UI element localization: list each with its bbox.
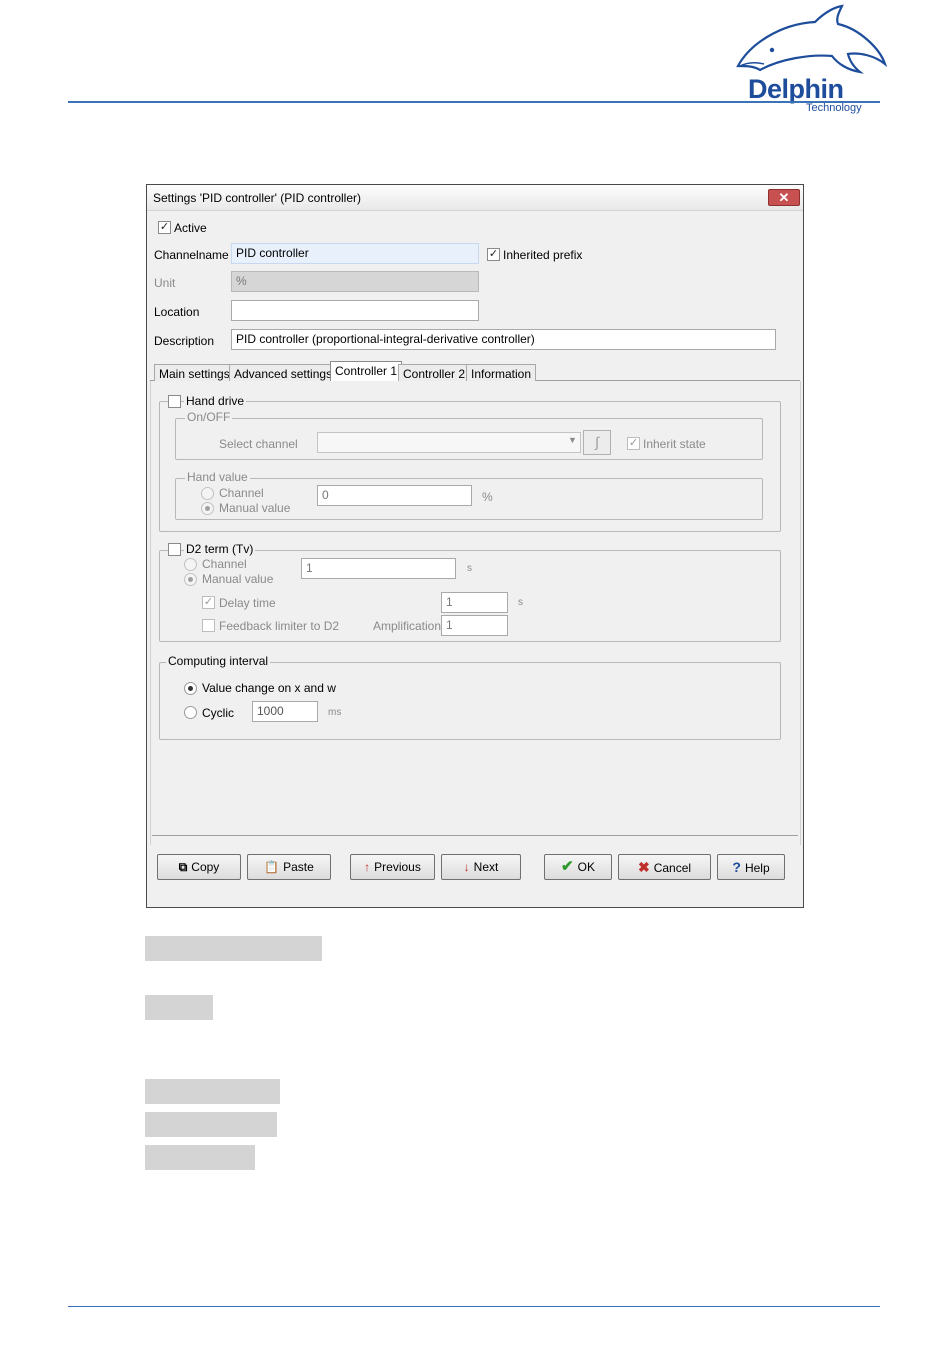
unit-label: Unit — [154, 276, 176, 290]
d2-manual-label: Manual value — [202, 572, 274, 586]
redacted-block-3 — [145, 1079, 280, 1104]
delay-time-unit: s — [518, 597, 523, 608]
computing-interval-label: Computing interval — [166, 654, 271, 668]
close-button[interactable]: ✕ — [768, 189, 800, 206]
inherit-state-checkbox[interactable]: ✓ — [627, 437, 640, 450]
inherited-prefix-checkbox[interactable]: ✓ — [487, 248, 500, 261]
hand-channel-label: Channel — [219, 486, 264, 500]
hand-drive-label: Hand drive — [184, 394, 247, 408]
value-change-radio[interactable] — [184, 682, 197, 695]
previous-label: Previous — [374, 860, 421, 874]
next-label: Next — [473, 860, 499, 874]
select-channel-dropdown[interactable] — [317, 432, 581, 453]
paste-button[interactable]: 📋 Paste — [247, 854, 331, 880]
channelname-field[interactable]: PID controller — [231, 243, 479, 264]
delay-time-field[interactable]: 1 — [441, 592, 508, 613]
amplification-field[interactable]: 1 — [441, 615, 508, 636]
description-field[interactable]: PID controller (proportional-integral-de… — [231, 329, 776, 350]
hand-drive-checkbox[interactable] — [168, 395, 181, 408]
copy-button[interactable]: ⧉ Copy — [157, 854, 241, 880]
channelname-label: Channelname — [154, 248, 229, 262]
hand-manual-value-field[interactable]: 0 — [317, 485, 472, 506]
dialog-title: Settings 'PID controller' (PID controlle… — [153, 191, 361, 205]
cyclic-radio[interactable] — [184, 706, 197, 719]
logo-subtext: Technology — [806, 102, 862, 114]
cyclic-value-field[interactable]: 1000 — [252, 701, 318, 722]
description-label: Description — [154, 334, 215, 348]
select-channel-label: Select channel — [219, 437, 298, 451]
delay-time-checkbox[interactable]: ✓ — [202, 596, 215, 609]
cyclic-unit: ms — [328, 707, 342, 718]
d2-channel-label: Channel — [202, 557, 247, 571]
d2-term-checkbox[interactable] — [168, 543, 181, 556]
previous-button[interactable]: ↑ Previous — [350, 854, 435, 880]
onoff-group-title: On/OFF — [185, 410, 233, 424]
wave-icon: ∫ — [595, 434, 599, 450]
tab-controller-1[interactable]: Controller 1 — [330, 361, 403, 383]
feedback-limiter-checkbox[interactable] — [202, 619, 215, 632]
hand-value-unit: % — [482, 490, 493, 504]
help-button[interactable]: ? Help — [717, 854, 785, 880]
location-field[interactable] — [231, 300, 479, 321]
cancel-label: Cancel — [653, 861, 692, 875]
active-label: Active — [174, 221, 207, 235]
dolphin-icon — [736, 4, 888, 74]
chevron-down-icon: ▼ — [568, 435, 577, 445]
feedback-limiter-label: Feedback limiter to D2 — [219, 619, 340, 633]
amplification-label: Amplification: — [373, 619, 445, 633]
help-question-icon: ? — [732, 859, 741, 875]
copy-label: Copy — [191, 860, 220, 874]
cancel-x-icon: ✖ — [637, 859, 650, 875]
hand-channel-radio[interactable] — [201, 487, 214, 500]
checkmark-icon: ✔ — [561, 858, 574, 875]
hand-manual-label: Manual value — [219, 501, 291, 515]
hand-value-group-title: Hand value — [185, 470, 250, 484]
d2-term-label: D2 term (Tv) — [184, 542, 256, 556]
hand-manual-radio[interactable] — [201, 502, 214, 515]
value-change-label: Value change on x and w — [202, 681, 336, 695]
help-label: Help — [744, 861, 770, 875]
controller-1-panel: Hand drive On/OFF Select channel ▼ ∫ ✓ I… — [150, 381, 801, 845]
inherited-prefix-label: Inherited prefix — [503, 248, 583, 262]
dialog-titlebar: Settings 'PID controller' (PID controlle… — [147, 185, 803, 211]
d2-manual-unit: s — [467, 563, 472, 574]
footer-divider — [68, 1306, 880, 1307]
delphin-logo: Delphin Technology — [730, 4, 895, 116]
header-divider — [68, 101, 880, 103]
copy-icon: ⧉ — [178, 860, 188, 874]
arrow-up-icon: ↑ — [364, 860, 371, 874]
unit-field: % — [231, 271, 479, 292]
button-bar-divider — [152, 835, 798, 836]
redacted-block-4 — [145, 1112, 277, 1137]
redacted-block-1 — [145, 936, 322, 961]
location-label: Location — [154, 305, 200, 319]
cancel-button[interactable]: ✖ Cancel — [618, 854, 711, 880]
paste-icon: 📋 — [264, 860, 280, 874]
d2-channel-radio[interactable] — [184, 558, 197, 571]
ok-button[interactable]: ✔ OK — [544, 854, 612, 880]
redacted-block-2 — [145, 995, 213, 1020]
delay-time-label: Delay time — [219, 596, 276, 610]
cyclic-label: Cyclic — [202, 706, 234, 720]
inherit-state-label: Inherit state — [643, 437, 706, 451]
d2-manual-radio[interactable] — [184, 573, 197, 586]
ok-label: OK — [577, 860, 595, 874]
paste-label: Paste — [283, 860, 314, 874]
redacted-block-5 — [145, 1145, 255, 1170]
active-checkbox[interactable]: ✓ — [158, 221, 171, 234]
settings-dialog: Settings 'PID controller' (PID controlle… — [146, 184, 804, 908]
arrow-down-icon: ↓ — [463, 860, 470, 874]
d2-manual-value-field[interactable]: 1 — [301, 558, 456, 579]
next-button[interactable]: ↓ Next — [441, 854, 521, 880]
channel-picker-button[interactable]: ∫ — [583, 430, 611, 455]
